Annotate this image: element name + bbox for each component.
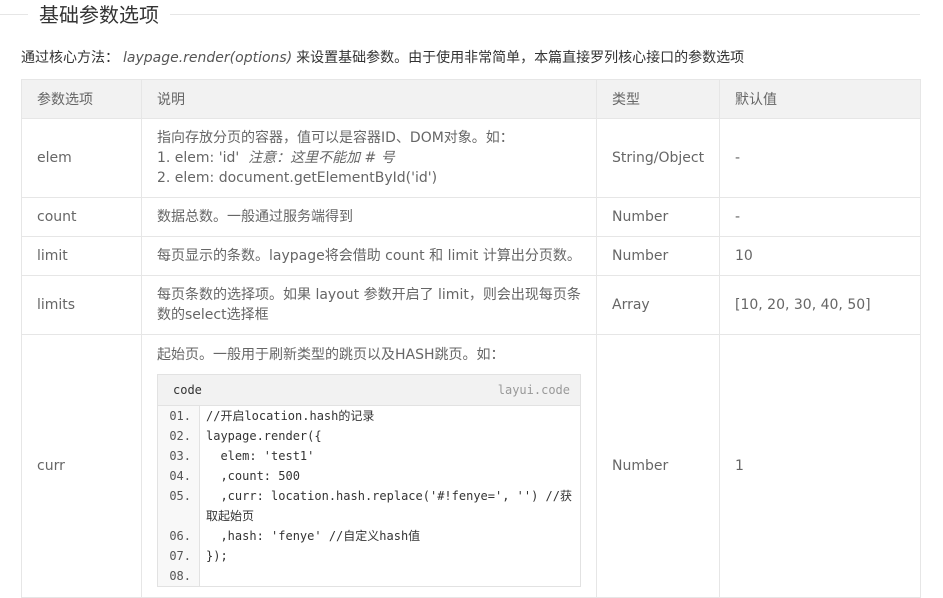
line-number: 07. <box>158 546 200 566</box>
param-desc: 数据总数。一般通过服务端得到 <box>141 197 597 237</box>
param-default: - <box>719 118 921 198</box>
line-number: 03. <box>158 446 200 466</box>
code-label: code <box>173 383 202 397</box>
line-number: 01. <box>158 406 200 426</box>
param-type: Number <box>596 197 720 237</box>
code-line: 07.}); <box>158 546 580 566</box>
desc-text: 起始页。一般用于刷新类型的跳页以及HASH跳页。如： <box>157 347 505 363</box>
table-row: limit 每页显示的条数。laypage将会借助 count 和 limit … <box>21 236 921 276</box>
table-row: elem 指向存放分页的容器，值可以是容器ID、DOM对象。如： 1. elem… <box>21 118 921 198</box>
desc-line: 2. elem: document.getElementById('id') <box>157 170 438 186</box>
param-name: limits <box>21 275 142 335</box>
param-default: 1 <box>719 334 921 598</box>
code-lines: 01. //开启location.hash的记录 02. laypage.rende… <box>158 406 580 586</box>
params-table: 参数选项 说明 类型 默认值 elem 指向存放分页的容器，值可以是容器ID、D… <box>21 79 921 598</box>
intro-suffix: 来设置基础参数。由于使用非常简单，本篇直接罗列核心接口的参数选项 <box>296 50 745 66</box>
param-name: curr <box>21 334 142 598</box>
param-type: Number <box>596 334 720 598</box>
code-line: 02. laypage.render({ <box>158 426 580 446</box>
line-code: }); <box>206 549 228 563</box>
line-code: ,count: 500 <box>206 469 300 483</box>
code-line: 05. ,curr: location.hash.replace('#!feny… <box>158 486 580 526</box>
param-desc: 指向存放分页的容器，值可以是容器ID、DOM对象。如： 1. elem: 'id… <box>141 118 597 198</box>
param-default: [10, 20, 30, 40, 50] <box>719 275 921 335</box>
desc-line: 1. elem: 'id' 注意：这里不能加 # 号 <box>157 148 581 168</box>
line-number: 08. <box>158 566 200 586</box>
line-code: elem: 'test1' <box>206 449 315 463</box>
header-desc: 说明 <box>141 79 597 119</box>
line-number: 02. <box>158 426 200 446</box>
param-default: - <box>719 197 921 237</box>
intro-prefix: 通过核心方法： <box>21 50 119 66</box>
code-block-header: code layui.code <box>158 375 580 406</box>
code-line: 06. ,hash: 'fenye' //自定义hash值 <box>158 526 580 546</box>
param-name: limit <box>21 236 142 276</box>
header-default: 默认值 <box>719 79 921 119</box>
code-brand: layui.code <box>497 383 570 397</box>
table-header-row: 参数选项 说明 类型 默认值 <box>21 79 921 119</box>
line-number: 06. <box>158 526 200 546</box>
param-desc: 每页显示的条数。laypage将会借助 count 和 limit 计算出分页数… <box>141 236 597 276</box>
line-code: //开启location.hash的记录 <box>206 409 375 423</box>
line-number: 05. <box>158 486 200 526</box>
desc-line-text: 1. elem: 'id' <box>157 150 240 166</box>
header-param: 参数选项 <box>21 79 142 119</box>
section-title-text: 基础参数选项 <box>28 2 170 28</box>
header-type: 类型 <box>596 79 720 119</box>
line-code: laypage.render({ <box>206 429 322 443</box>
code-line: 08. <box>158 566 580 586</box>
table-row: count 数据总数。一般通过服务端得到 Number - <box>21 197 921 237</box>
line-number: 04. <box>158 466 200 486</box>
code-line: 03. elem: 'test1' <box>158 446 580 466</box>
intro-method: laypage.render(options) <box>123 50 293 66</box>
line-code: ,hash: 'fenye' //自定义hash值 <box>206 529 421 543</box>
intro-text: 通过核心方法： laypage.render(options) 来设置基础参数。由于… <box>21 49 744 67</box>
desc-line: 指向存放分页的容器，值可以是容器ID、DOM对象。如： <box>157 130 514 146</box>
table-row: curr 起始页。一般用于刷新类型的跳页以及HASH跳页。如： code lay… <box>21 334 921 598</box>
param-name: count <box>21 197 142 237</box>
param-name: elem <box>21 118 142 198</box>
param-default: 10 <box>719 236 921 276</box>
code-line: 04. ,count: 500 <box>158 466 580 486</box>
table-row: limits 每页条数的选择项。如果 layout 参数开启了 limit，则会… <box>21 275 921 335</box>
param-type: String/Object <box>596 118 720 198</box>
param-type: Array <box>596 275 720 335</box>
code-block: code layui.code 01. //开启location.hash的记录 … <box>157 374 581 587</box>
param-type: Number <box>596 236 720 276</box>
param-desc: 起始页。一般用于刷新类型的跳页以及HASH跳页。如： code layui.co… <box>141 334 597 598</box>
line-code: ,curr: location.hash.replace('#!fenye=',… <box>206 489 573 523</box>
desc-note: 注意：这里不能加 # 号 <box>248 150 395 166</box>
code-line: 01. //开启location.hash的记录 <box>158 406 580 426</box>
section-title: 基础参数选项 <box>0 0 920 30</box>
param-desc: 每页条数的选择项。如果 layout 参数开启了 limit，则会出现每页条数的… <box>141 275 597 335</box>
